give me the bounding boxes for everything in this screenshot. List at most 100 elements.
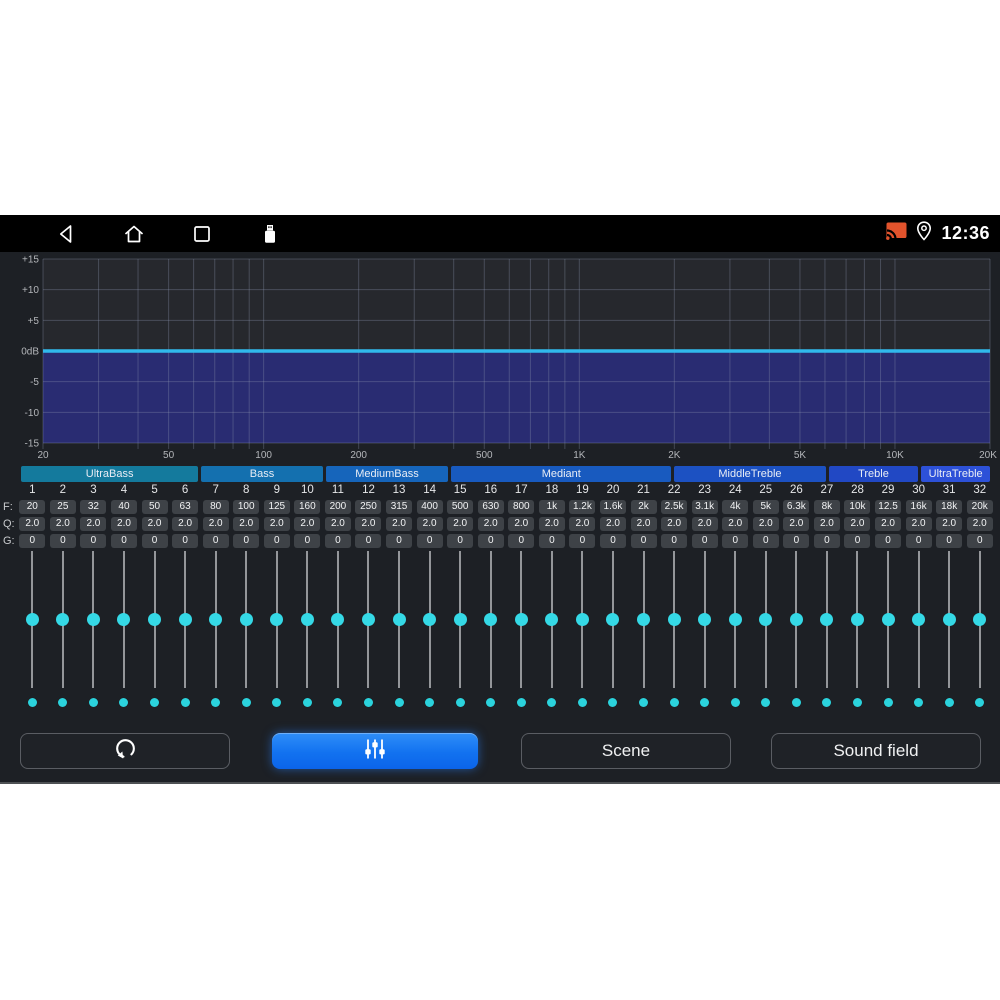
slider-thumb[interactable] bbox=[820, 613, 834, 626]
band-gain-slider-6[interactable] bbox=[170, 551, 201, 711]
slider-thumb[interactable] bbox=[86, 613, 100, 626]
band-gain-slider-20[interactable] bbox=[598, 551, 629, 711]
band-gain-slider-21[interactable] bbox=[628, 551, 659, 711]
band-gain-slider-3[interactable] bbox=[78, 551, 109, 711]
band-column-31: 31 18k 2.0 0 bbox=[934, 483, 965, 551]
slider-thumb[interactable] bbox=[270, 613, 284, 626]
slider-thumb[interactable] bbox=[423, 613, 437, 626]
band-gain-slider-4[interactable] bbox=[109, 551, 140, 711]
band-parameter-grid: 1 20 2.0 0 2 25 2.0 0 3 32 2.0 0 4 40 2.0 0 5 50 2.0 0 6 63 2.… bbox=[17, 483, 995, 551]
slider-thumb[interactable] bbox=[117, 613, 131, 626]
band-column-27: 27 8k 2.0 0 bbox=[812, 483, 843, 551]
band-gain-value: 0 bbox=[294, 534, 321, 548]
bottom-button-bar: Scene Sound field bbox=[0, 733, 1000, 769]
band-gain-slider-18[interactable] bbox=[537, 551, 568, 711]
slider-thumb[interactable] bbox=[575, 613, 589, 626]
recents-icon[interactable] bbox=[191, 223, 213, 245]
slider-thumb[interactable] bbox=[545, 613, 559, 626]
slider-thumb[interactable] bbox=[361, 613, 375, 626]
sound-field-button[interactable]: Sound field bbox=[771, 733, 981, 769]
band-gain-slider-14[interactable] bbox=[414, 551, 445, 711]
band-number: 23 bbox=[698, 484, 712, 496]
band-gain-slider-5[interactable] bbox=[139, 551, 170, 711]
band-gain-value: 0 bbox=[783, 534, 810, 548]
band-gain-slider-9[interactable] bbox=[262, 551, 293, 711]
slider-thumb[interactable] bbox=[912, 613, 926, 626]
band-gain-value: 0 bbox=[324, 534, 351, 548]
slider-thumb[interactable] bbox=[637, 613, 651, 626]
band-gain-value: 0 bbox=[233, 534, 260, 548]
band-gain-value: 0 bbox=[936, 534, 963, 548]
back-icon[interactable] bbox=[55, 223, 77, 245]
band-column-16: 16 630 2.0 0 bbox=[475, 483, 506, 551]
band-number: 29 bbox=[881, 484, 895, 496]
band-sliders bbox=[17, 551, 995, 711]
slider-thumb[interactable] bbox=[392, 613, 406, 626]
slider-thumb[interactable] bbox=[973, 613, 987, 626]
band-indicator-dot bbox=[883, 698, 893, 707]
equalizer-button[interactable] bbox=[272, 733, 478, 769]
band-gain-slider-17[interactable] bbox=[506, 551, 537, 711]
slider-thumb[interactable] bbox=[453, 613, 467, 626]
home-icon[interactable] bbox=[123, 223, 145, 245]
band-gain-slider-11[interactable] bbox=[323, 551, 354, 711]
band-frequency-value: 200 bbox=[324, 500, 351, 514]
slider-thumb[interactable] bbox=[331, 613, 345, 626]
slider-thumb[interactable] bbox=[239, 613, 253, 626]
band-gain-slider-28[interactable] bbox=[842, 551, 873, 711]
band-gain-value: 0 bbox=[19, 534, 46, 548]
band-gain-slider-2[interactable] bbox=[48, 551, 79, 711]
slider-thumb[interactable] bbox=[942, 613, 956, 626]
band-gain-value: 0 bbox=[355, 534, 382, 548]
gain-row-label: G: bbox=[3, 535, 15, 547]
slider-thumb[interactable] bbox=[484, 613, 498, 626]
reset-icon bbox=[113, 736, 138, 766]
band-frequency-value: 500 bbox=[447, 500, 474, 514]
band-gain-slider-15[interactable] bbox=[445, 551, 476, 711]
band-gain-slider-23[interactable] bbox=[689, 551, 720, 711]
band-gain-slider-30[interactable] bbox=[903, 551, 934, 711]
band-gain-slider-13[interactable] bbox=[384, 551, 415, 711]
band-gain-slider-16[interactable] bbox=[475, 551, 506, 711]
band-gain-slider-31[interactable] bbox=[934, 551, 965, 711]
slider-thumb[interactable] bbox=[728, 613, 742, 626]
band-gain-slider-27[interactable] bbox=[812, 551, 843, 711]
slider-thumb[interactable] bbox=[514, 613, 528, 626]
reset-button[interactable] bbox=[20, 733, 230, 769]
band-gain-slider-10[interactable] bbox=[292, 551, 323, 711]
band-frequency-value: 3.1k bbox=[691, 500, 718, 514]
band-gain-slider-22[interactable] bbox=[659, 551, 690, 711]
slider-thumb[interactable] bbox=[148, 613, 162, 626]
band-q-value: 2.0 bbox=[386, 517, 413, 531]
slider-thumb[interactable] bbox=[667, 613, 681, 626]
band-gain-slider-29[interactable] bbox=[873, 551, 904, 711]
band-column-21: 21 2k 2.0 0 bbox=[628, 483, 659, 551]
band-gain-slider-32[interactable] bbox=[964, 551, 995, 711]
band-group-bass: Bass bbox=[201, 466, 323, 482]
band-gain-slider-12[interactable] bbox=[353, 551, 384, 711]
band-gain-slider-26[interactable] bbox=[781, 551, 812, 711]
band-gain-slider-1[interactable] bbox=[17, 551, 48, 711]
band-column-25: 25 5k 2.0 0 bbox=[751, 483, 782, 551]
slider-thumb[interactable] bbox=[698, 613, 712, 626]
band-frequency-value: 2.5k bbox=[661, 500, 688, 514]
band-gain-slider-25[interactable] bbox=[751, 551, 782, 711]
scene-button[interactable]: Scene bbox=[521, 733, 731, 769]
band-number: 26 bbox=[789, 484, 803, 496]
slider-thumb[interactable] bbox=[25, 613, 39, 626]
slider-thumb[interactable] bbox=[759, 613, 773, 626]
band-gain-slider-8[interactable] bbox=[231, 551, 262, 711]
band-gain-slider-7[interactable] bbox=[200, 551, 231, 711]
band-gain-slider-24[interactable] bbox=[720, 551, 751, 711]
band-group-treble: Treble bbox=[828, 466, 919, 482]
slider-thumb[interactable] bbox=[881, 613, 895, 626]
slider-thumb[interactable] bbox=[606, 613, 620, 626]
slider-thumb[interactable] bbox=[56, 613, 70, 626]
slider-thumb[interactable] bbox=[789, 613, 803, 626]
band-column-32: 32 20k 2.0 0 bbox=[964, 483, 995, 551]
slider-thumb[interactable] bbox=[209, 613, 223, 626]
slider-thumb[interactable] bbox=[300, 613, 314, 626]
band-gain-slider-19[interactable] bbox=[567, 551, 598, 711]
slider-thumb[interactable] bbox=[850, 613, 864, 626]
slider-thumb[interactable] bbox=[178, 613, 192, 626]
